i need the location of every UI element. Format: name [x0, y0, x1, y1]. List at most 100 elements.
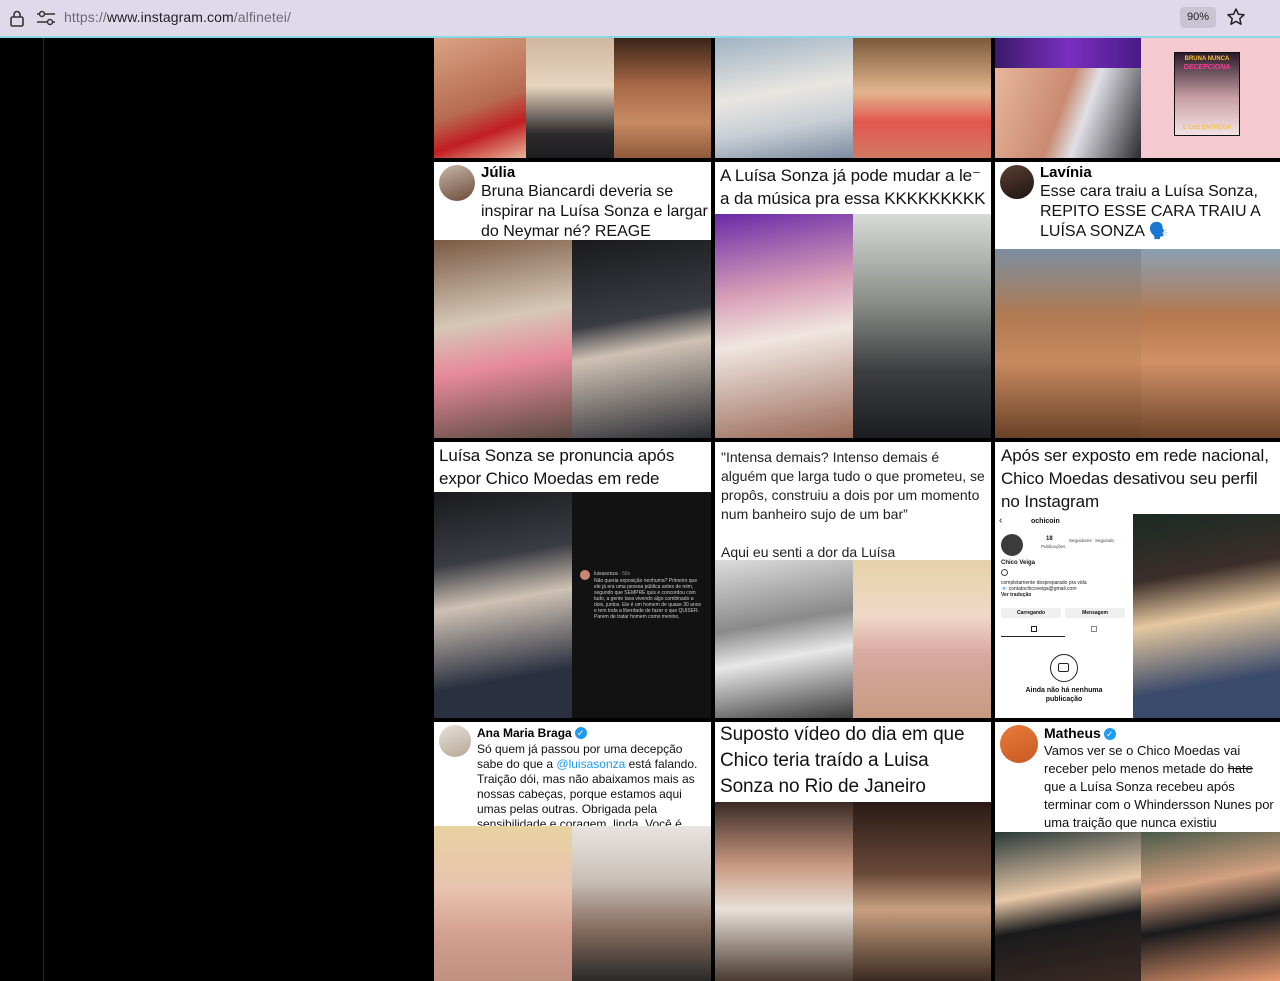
struck-word: hate — [1227, 761, 1253, 776]
posts-count: 18 — [1046, 536, 1053, 542]
tweet-author: Júlia — [481, 164, 516, 181]
dm-text: Não queria exposição nenhuma? Primeiro q… — [594, 578, 702, 620]
post-tile[interactable]: A Luísa Sonza já pode mudar a le⁻ a da m… — [715, 162, 991, 438]
post-photo — [853, 802, 991, 981]
post-photo — [995, 832, 1141, 981]
empty-posts-text: Ainda não há nenhuma publicação — [1025, 687, 1103, 703]
star-icon[interactable] — [1226, 7, 1246, 27]
post-photo — [715, 38, 853, 158]
dm-user: luisasonza — [594, 571, 618, 577]
post-tile[interactable]: Lavínia Esse cara traiu a Luísa Sonza, R… — [995, 162, 1280, 438]
post-tile[interactable]: Luísa Sonza se pronuncia após expor Chic… — [434, 442, 711, 718]
post-caption: A Luísa Sonza já pode mudar a le⁻ a da m… — [720, 166, 986, 208]
post-photo: BRUNA NUNCA DECEPCIONA E LHE ENTREGA — [1141, 38, 1280, 158]
post-tile[interactable]: Ana Maria Braga ✓ Só quem já passou por u… — [434, 722, 711, 981]
tweet-text-part: Vamos ver se o Chico Moedas vai receber … — [1044, 743, 1241, 776]
message-button: Mensagem — [1065, 608, 1125, 618]
profile-bio: completamente despreparado pra vida 📧 co… — [1001, 580, 1121, 598]
tweet-text: Esse cara traiu a Luísa Sonza, REPITO ES… — [1040, 183, 1260, 240]
post-tile[interactable]: BRUNA NUNCA DECEPCIONA E LHE ENTREGA — [995, 38, 1280, 158]
post-photo — [434, 240, 572, 438]
tweet-author: Lavínia — [1040, 164, 1092, 181]
post-photo — [614, 38, 711, 158]
avatar — [439, 165, 475, 201]
profile-username: ochicoin — [1031, 518, 1060, 525]
url-path: /alfinetei/ — [233, 9, 291, 25]
posts-label: Publicações — [1041, 544, 1066, 549]
following-label: Seguindo — [1095, 538, 1115, 543]
profile-name: Chico Veiga — [1001, 560, 1036, 566]
post-tile[interactable] — [434, 38, 711, 158]
back-icon: ‹ — [999, 515, 1003, 526]
quote-text: "Intensa demais? Intenso demais é alguém… — [721, 449, 985, 522]
post-photo — [572, 240, 711, 438]
tweet-header: Matheus ✓ Vamos ver se o Chico Moedas vai… — [995, 722, 1280, 832]
mention-link[interactable]: @luisasonza — [556, 757, 625, 771]
avatar — [1001, 534, 1023, 556]
post-tile[interactable]: "Intensa demais? Intenso demais é alguém… — [715, 442, 991, 718]
post-photo — [853, 38, 991, 158]
post-photo — [572, 826, 711, 981]
profile-screenshot: ‹ ochicoin 18 Publicações Seguidores Seg… — [995, 514, 1133, 718]
url-scheme: https:// — [64, 9, 107, 25]
post-tile[interactable]: Matheus ✓ Vamos ver se o Chico Moedas vai… — [995, 722, 1280, 981]
poster-line-1: BRUNA NUNCA — [1184, 56, 1230, 62]
story-screenshot: luisasonza · 58s Não queria exposição ne… — [572, 492, 711, 718]
post-photo — [995, 68, 1141, 158]
tweet-author-name: Ana Maria Braga — [477, 726, 572, 740]
post-caption: Após ser exposto em rede nacional, Chico… — [1001, 446, 1269, 511]
tagged-tab-icon — [1091, 626, 1097, 632]
followers-label: Seguidores — [1069, 538, 1092, 543]
verified-icon: ✓ — [1103, 728, 1116, 740]
loading-button: Carregando — [1001, 608, 1061, 618]
post-photo — [1141, 832, 1280, 981]
poster-line-2: DECEPCIONA — [1183, 64, 1231, 71]
zoom-indicator[interactable]: 90% — [1180, 7, 1216, 28]
avatar — [580, 570, 590, 580]
post-tile[interactable]: Júlia Bruna Biancardi deveria se inspira… — [434, 162, 711, 438]
post-grid: BRUNA NUNCA DECEPCIONA E LHE ENTREGA Júl… — [434, 38, 1280, 981]
post-photo — [715, 560, 853, 718]
bio-translate: Ver tradução — [1001, 592, 1032, 598]
tweet-header: Lavínia Esse cara traiu a Luísa Sonza, R… — [995, 162, 1280, 242]
poster-graphic: BRUNA NUNCA DECEPCIONA E LHE ENTREGA — [1174, 52, 1240, 136]
dm-time: 58s — [622, 571, 631, 577]
left-nav-divider — [43, 38, 44, 981]
tweet-author-name: Matheus — [1044, 725, 1101, 741]
avatar — [1000, 165, 1034, 199]
tweet-author: Ana Maria Braga ✓ — [477, 724, 711, 742]
post-tile[interactable]: Suposto vídeo do dia em que Chico teria … — [715, 722, 991, 981]
tweet-author: Matheus ✓ — [1044, 724, 1280, 742]
lock-icon[interactable] — [9, 9, 25, 27]
avatar — [1000, 725, 1038, 763]
post-tile[interactable] — [715, 38, 991, 158]
camera-icon — [1050, 654, 1078, 682]
post-photo — [995, 249, 1141, 438]
post-photo — [715, 214, 853, 438]
browser-address-bar: https://www.instagram.com/alfinetei/ 90% — [0, 0, 1280, 36]
post-tile[interactable]: Após ser exposto em rede nacional, Chico… — [995, 442, 1280, 718]
dm-header: luisasonza · 58s — [594, 571, 631, 577]
post-caption: Suposto vídeo do dia em que Chico teria … — [720, 724, 965, 797]
tweet-text: Vamos ver se o Chico Moedas vai receber … — [1044, 742, 1280, 832]
poster-line-3: E LHE ENTREGA — [1182, 125, 1232, 131]
post-photo — [853, 560, 991, 718]
post-photo — [434, 826, 572, 981]
post-photo — [853, 214, 991, 438]
avatar — [439, 725, 471, 757]
post-caption: "Intensa demais? Intenso demais é alguém… — [715, 442, 991, 562]
tune-icon[interactable] — [36, 10, 56, 26]
tweet-text-part: que a Luísa Sonza recebeu após terminar … — [1044, 779, 1274, 830]
post-photo — [1133, 514, 1280, 718]
url-host: www.instagram.com — [106, 9, 234, 25]
url-field[interactable]: https://www.instagram.com/alfinetei/ — [64, 9, 291, 25]
post-photo — [434, 492, 572, 718]
grid-tab-icon — [1031, 626, 1037, 632]
post-photo — [715, 802, 853, 981]
post-photo — [434, 38, 526, 158]
verified-icon: ✓ — [574, 727, 587, 739]
threads-icon — [1001, 569, 1008, 576]
post-photo — [526, 38, 614, 158]
post-photo — [1141, 249, 1280, 438]
post-photo — [995, 38, 1141, 68]
